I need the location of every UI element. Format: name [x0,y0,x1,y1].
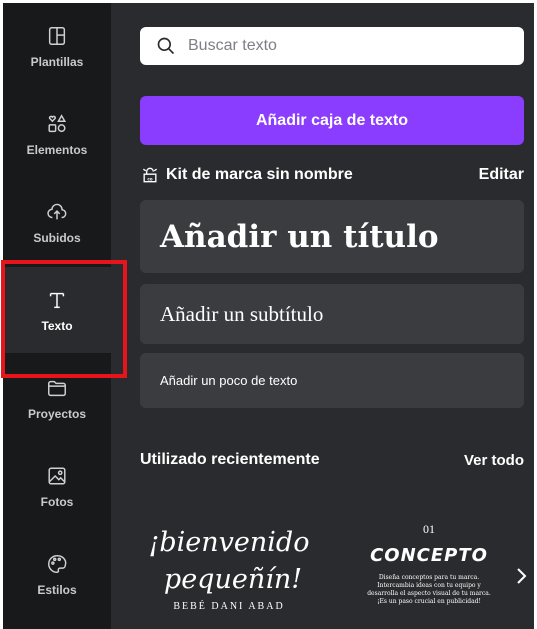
sidebar-item-label: Subidos [33,231,81,245]
sidebar-item-label: Fotos [40,495,74,509]
recent-header: Utilizado recientemente Ver todo [140,449,524,471]
brand-kit-name: Kit de marca sin nombre [166,166,353,183]
template-number: 01 [423,522,435,536]
search-box[interactable] [140,27,524,65]
template-desc-line: Diseña conceptos para tu marca. [378,574,480,581]
templates-icon [44,23,70,49]
recent-template-concept[interactable]: 01 CONCEPTO Diseña conceptos para tu mar… [349,498,509,629]
sidebar-item-templates[interactable]: Plantillas [3,3,111,89]
search-input[interactable] [188,37,508,55]
add-body-text-option[interactable]: Añadir un poco de texto [140,353,524,408]
svg-text:co: co [147,176,152,181]
photo-icon [44,463,70,489]
sidebar-item-elements[interactable]: Elementos [3,91,111,177]
sidebar-item-label: Texto [41,319,73,333]
template-description: Diseña conceptos para tu marca. Intercam… [349,574,509,606]
template-script-line: pequeñín! [163,564,303,595]
elements-icon [44,111,70,137]
sidebar-item-projects[interactable]: Proyectos [3,355,111,441]
see-all-link[interactable]: Ver todo [464,452,524,469]
add-subtitle-option[interactable]: Añadir un subtítulo [140,284,524,344]
sidebar-item-label: Elementos [26,143,88,157]
palette-icon [44,551,70,577]
template-desc-line: desarrolla el aspecto visual de tu marca… [367,590,491,597]
chevron-right-icon [517,568,527,584]
template-desc-line: ¡Es un paso crucial en publicidad! [377,598,481,605]
add-text-box-button[interactable]: Añadir caja de texto [140,96,524,145]
brand-kit-icon: co [142,167,158,183]
carousel-next-button[interactable] [511,561,531,591]
sidebar-item-photos[interactable]: Fotos [3,443,111,529]
text-panel: Añadir caja de texto co Kit de marca sin… [111,3,534,629]
sidebar-item-label: Proyectos [27,407,87,421]
sidebar-item-uploads[interactable]: Subidos [3,179,111,265]
sidebar: Plantillas Elementos Subidos Texto Proye… [3,3,111,629]
text-icon [44,287,70,313]
template-script-line: ¡bienvenido [148,527,310,558]
sidebar-item-label: Plantillas [30,55,84,69]
recent-template-welcome[interactable]: ¡bienvenido pequeñín! BEBÉ DANI ABAD [140,498,318,629]
upload-icon [44,199,70,225]
add-title-option[interactable]: Añadir un título [140,200,524,273]
sidebar-item-styles[interactable]: Estilos [3,531,111,617]
search-icon [157,37,175,55]
editor-app: Plantillas Elementos Subidos Texto Proye… [3,3,534,629]
edit-brand-kit-link[interactable]: Editar [479,166,524,184]
sidebar-item-label: Estilos [37,583,77,597]
template-title: CONCEPTO [370,545,488,566]
recent-heading: Utilizado recientemente [140,451,320,468]
template-desc-line: Intercambia ideas con tu equipo y [377,582,481,589]
brand-kit-row: co Kit de marca sin nombre Editar [140,163,524,187]
template-caption: BEBÉ DANI ABAD [173,601,285,612]
sidebar-item-text[interactable]: Texto [3,267,111,353]
folder-icon [44,375,70,401]
